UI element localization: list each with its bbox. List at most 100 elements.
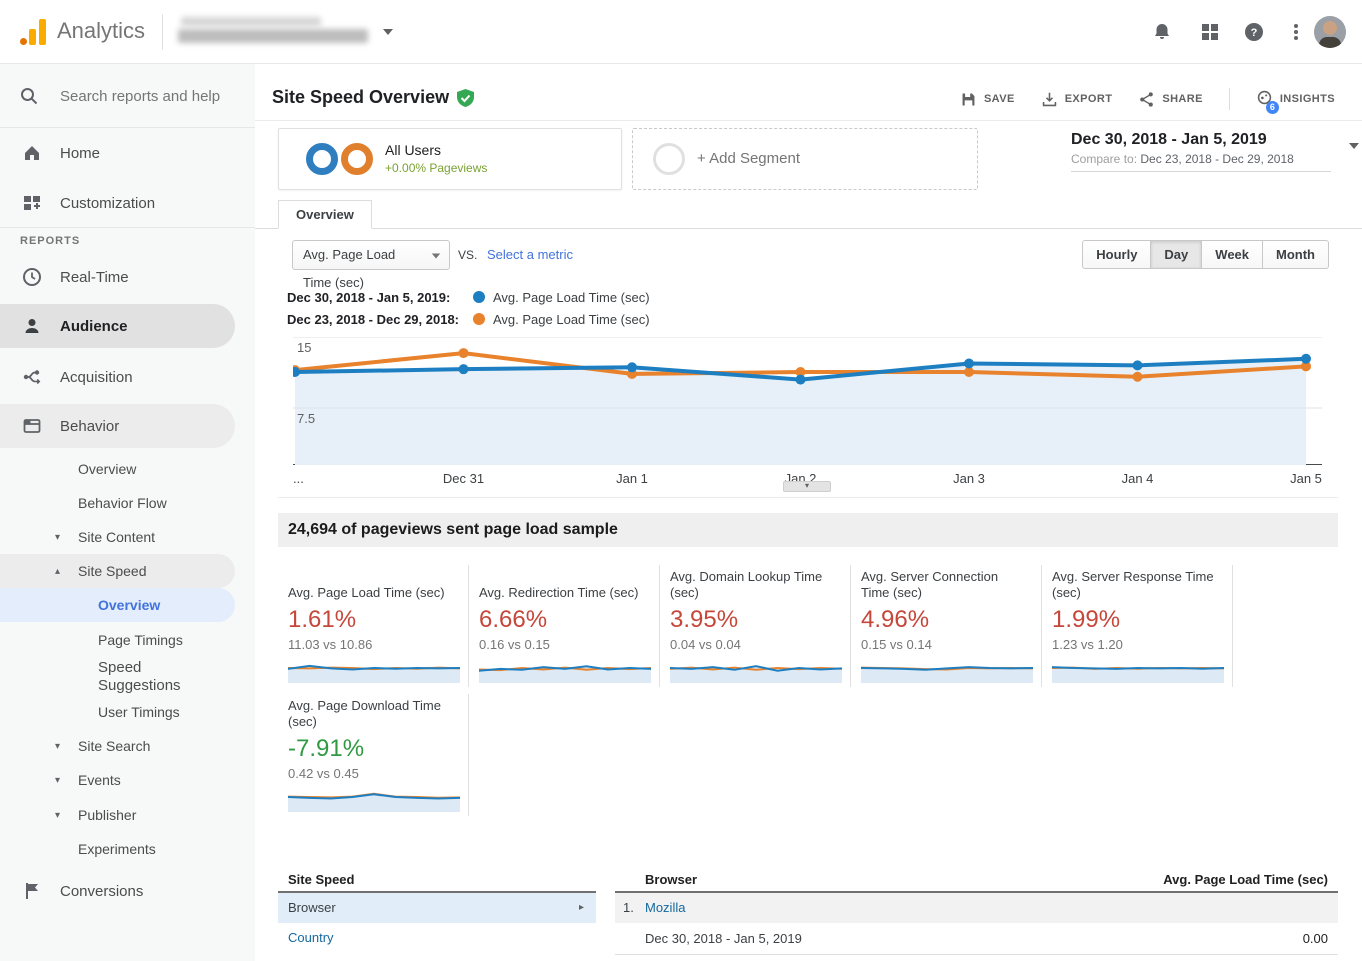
chevron-down-icon: ▾ [55,775,60,786]
scorecard-domain-lookup-time[interactable]: Avg. Domain Lookup Time (sec) 3.95% 0.04… [660,565,851,687]
scorecard-redirection-time[interactable]: Avg. Redirection Time (sec) 6.66% 0.16 v… [469,565,660,687]
sidebar-item-page-timings[interactable]: Page Timings [0,623,255,657]
divider [162,14,163,50]
user-avatar[interactable] [1314,16,1346,48]
sidebar-item-publisher[interactable]: ▾ Publisher [0,798,255,832]
metric-value: 0.00 [1303,923,1328,955]
chevron-up-icon: ▴ [55,566,60,577]
insights-button[interactable]: 6 INSIGHTS [1256,89,1335,109]
x-axis-label: Jan 1 [582,471,682,486]
help-icon[interactable]: ? [1244,22,1264,42]
segment-donut-blue-icon [306,143,338,175]
download-icon [1041,91,1058,108]
scorecard-percent: -7.91% [288,735,456,763]
person-icon [22,316,42,336]
granularity-hourly-button[interactable]: Hourly [1082,240,1151,269]
granularity-day-button[interactable]: Day [1150,240,1202,269]
sparkline-chart [670,657,838,688]
browser-data-table: Browser Avg. Page Load Time (sec) 1. Moz… [615,868,1338,955]
search-input[interactable] [60,82,240,110]
more-options-icon[interactable] [1286,22,1306,42]
sidebar-item-site-search[interactable]: ▾ Site Search [0,729,255,763]
add-segment-button[interactable]: + Add Segment [632,128,978,190]
sidebar-item-audience[interactable]: Audience [0,304,235,348]
scorecard-comparison: 0.15 vs 0.14 [861,637,1029,652]
x-axis-label: Jan 3 [919,471,1019,486]
scorecard-percent: 1.99% [1052,606,1220,634]
scorecard-percent: 6.66% [479,606,647,634]
row-rank: 1. [623,893,634,923]
chevron-down-icon [432,253,441,258]
scorecard-page-download-time[interactable]: Avg. Page Download Time (sec) -7.91% 0.4… [278,694,469,816]
x-axis-label: Dec 31 [414,471,514,486]
scorecard-comparison: 11.03 vs 10.86 [288,637,456,652]
share-button[interactable]: SHARE [1138,91,1203,108]
customization-icon [22,193,42,213]
dimension-row-country[interactable]: Country [278,923,596,953]
annotations-expander-button[interactable]: ▾ [783,481,831,492]
apps-grid-icon[interactable] [1200,22,1220,42]
sidebar-item-behavior-flow[interactable]: Behavior Flow [0,486,255,520]
granularity-week-button[interactable]: Week [1201,240,1263,269]
scorecard-server-response-time[interactable]: Avg. Server Response Time (sec) 1.99% 1.… [1042,565,1233,687]
redacted-account-name [178,29,368,43]
table-header: Browser Avg. Page Load Time (sec) [615,868,1338,893]
timeseries-chart: 157.5 [293,337,1322,465]
sidebar-item-behavior-overview[interactable]: Overview [0,452,255,486]
dimension-row-browser[interactable]: Browser ▸ [278,893,596,923]
acquisition-icon [22,367,42,387]
insights-count-badge: 6 [1266,101,1279,114]
top-bar: Analytics ? [0,0,1362,64]
chevron-down-icon: ▾ [55,810,60,821]
scorecard-percent: 1.61% [288,606,456,634]
sidebar-item-site-content[interactable]: ▾ Site Content [0,520,255,554]
redacted-account-line [181,17,321,26]
scorecards-row-1: Avg. Page Load Time (sec) 1.61% 11.03 vs… [278,565,1233,687]
analytics-app: Analytics ? Home [0,0,1362,961]
sidebar: Home Customization REPORTS Real-Time Aud… [0,64,255,961]
table-row-date-value: Dec 30, 2018 - Jan 5, 2019 0.00 [615,923,1338,955]
product-name: Analytics [57,18,145,44]
granularity-month-button[interactable]: Month [1262,240,1329,269]
sidebar-item-events[interactable]: ▾ Events [0,763,255,797]
sidebar-item-speed-suggestions[interactable]: Speed Suggestions [0,655,255,699]
behavior-icon [22,416,42,436]
segment-delta: +0.00% Pageviews [385,161,487,175]
date-range-selector[interactable]: Dec 30, 2018 - Jan 5, 2019 Compare to: D… [1071,131,1331,172]
x-axis-label: Jan 4 [1088,471,1188,486]
sidebar-item-experiments[interactable]: Experiments [0,832,255,866]
share-icon [1138,91,1155,108]
sparkline-chart [288,786,456,817]
legend-dot-blue-icon [473,291,485,303]
scorecard-page-load-time[interactable]: Avg. Page Load Time (sec) 1.61% 11.03 vs… [278,565,469,687]
select-metric-link[interactable]: Select a metric [487,247,573,262]
notifications-bell-icon[interactable] [1152,22,1172,42]
sidebar-search [0,64,255,128]
scorecard-comparison: 0.16 vs 0.15 [479,637,647,652]
scorecard-percent: 3.95% [670,606,838,634]
sidebar-item-realtime[interactable]: Real-Time [0,255,255,299]
sidebar-item-site-speed[interactable]: ▴ Site Speed [0,554,235,588]
save-button[interactable]: SAVE [960,91,1015,108]
home-icon [22,143,42,163]
metric-selector-dropdown[interactable]: Avg. Page Load Time (sec) [292,240,450,270]
vs-label: VS. [458,248,477,262]
divider [0,227,255,228]
legend-dot-orange-icon [473,313,485,325]
account-picker[interactable] [178,15,393,49]
sidebar-item-home[interactable]: Home [0,131,255,175]
sidebar-item-behavior[interactable]: Behavior [0,404,235,448]
mozilla-link[interactable]: Mozilla [645,893,685,923]
sparkline-chart [861,657,1029,688]
tab-overview[interactable]: Overview [278,200,372,229]
sidebar-item-customization[interactable]: Customization [0,181,255,225]
scorecard-server-connection-time[interactable]: Avg. Server Connection Time (sec) 4.96% … [851,565,1042,687]
segment-all-users[interactable]: All Users +0.00% Pageviews [278,128,622,190]
sidebar-item-speed-overview-active[interactable]: Overview [0,588,235,622]
sidebar-item-conversions[interactable]: Conversions [0,869,255,913]
export-button[interactable]: EXPORT [1041,91,1113,108]
sidebar-item-acquisition[interactable]: Acquisition [0,355,255,399]
sidebar-item-user-timings[interactable]: User Timings [0,695,255,729]
scorecard-comparison: 0.04 vs 0.04 [670,637,838,652]
y-tick-label: 7.5 [297,411,315,426]
